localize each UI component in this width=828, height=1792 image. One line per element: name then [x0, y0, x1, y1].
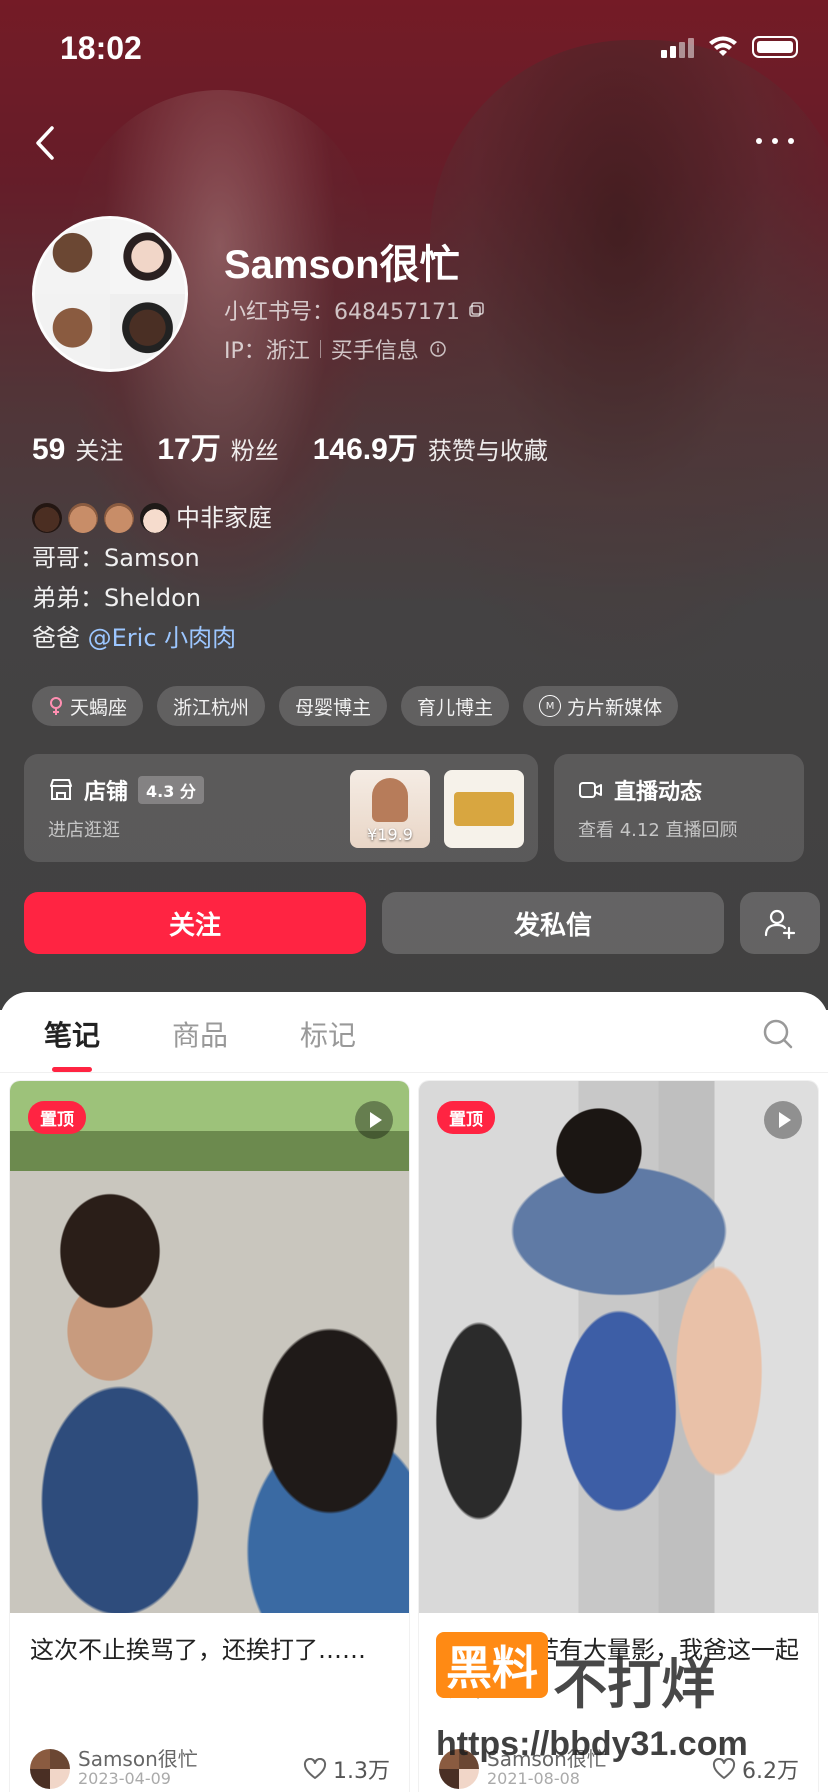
pinned-badge: 置顶	[28, 1101, 86, 1134]
note-title: 这次不止挨骂了，还挨打了……	[30, 1636, 366, 1664]
store-icon	[50, 779, 72, 800]
tab-notes[interactable]: 笔记	[8, 1014, 136, 1072]
copy-icon[interactable]	[468, 301, 486, 319]
product-price: ¥19.9	[367, 825, 413, 844]
status-bar: 18:02	[0, 0, 828, 100]
message-button[interactable]: 发私信	[382, 892, 724, 954]
note-card[interactable]: 置顶 我哥小技若有大量影，我爸这一起就冲 Samson很忙 2021-08-08…	[419, 1081, 818, 1792]
note-date: 2023-04-09	[78, 1769, 171, 1788]
product-thumb-soap[interactable]	[444, 770, 524, 848]
info-icon[interactable]	[429, 340, 447, 358]
stat-following[interactable]: 59 关注	[32, 431, 123, 467]
add-friend-button[interactable]	[740, 892, 820, 954]
note-date: 2021-08-08	[487, 1769, 580, 1788]
pinned-badge: 置顶	[437, 1101, 495, 1134]
wifi-icon	[709, 36, 737, 56]
video-play-icon	[764, 1101, 802, 1139]
bio-younger-brother: 弟弟：Sheldon	[32, 584, 202, 612]
note-cover-image	[10, 1081, 409, 1613]
note-cover-image	[419, 1081, 818, 1613]
avatar[interactable]	[32, 216, 188, 372]
live-title: 直播动态	[614, 780, 703, 805]
tag-category: 母婴博主	[279, 686, 388, 726]
note-card[interactable]: 置顶 这次不止挨骂了，还挨打了…… Samson很忙 2023-04-09 1.…	[10, 1081, 409, 1792]
notes-section: 笔记 商品 标记 置顶 这次不止挨骂了，还挨打了…… Samson很忙 2023…	[0, 992, 828, 1792]
heart-icon	[712, 1758, 736, 1779]
live-card[interactable]: 直播动态 查看 4.12 直播回顾	[554, 754, 804, 862]
profile-page: 18:02 Samson很忙 小红书号：648457171 IP：浙江 买手信息…	[0, 0, 828, 1792]
emoji-dark-skin-icon	[32, 503, 62, 533]
chevron-left-icon	[36, 126, 54, 160]
more-dots-icon	[756, 138, 794, 144]
bio-brother: 哥哥：Samson	[32, 544, 200, 572]
video-camera-icon	[579, 782, 602, 798]
search-icon	[763, 1019, 793, 1049]
note-author: Samson很忙	[487, 1747, 607, 1771]
live-subtitle: 查看 4.12 直播回顾	[578, 820, 738, 841]
tab-bar: 笔记 商品 标记	[0, 992, 828, 1076]
profile-header: 18:02 Samson很忙 小红书号：648457171 IP：浙江 买手信息…	[0, 0, 828, 1010]
status-time: 18:02	[60, 30, 142, 66]
battery-icon	[752, 36, 798, 58]
tag-category: 育儿博主	[401, 686, 510, 726]
bio: 中非家庭 哥哥：Samson 弟弟：Sheldon 爸爸 @Eric 小肉肉	[32, 498, 272, 658]
user-name: Samson很忙	[224, 243, 460, 287]
tab-marked[interactable]: 标记	[264, 1014, 392, 1054]
mention-link[interactable]: @Eric 小肉肉	[88, 624, 237, 652]
product-thumb-brush[interactable]: ¥19.9	[350, 770, 430, 848]
signal-icon	[661, 36, 694, 58]
tag-row: 天蝎座 浙江杭州 母婴博主 育儿博主 M 方片新媒体	[32, 686, 679, 726]
emoji-baby-icon	[104, 503, 134, 533]
notes-grid: 置顶 这次不止挨骂了，还挨打了…… Samson很忙 2023-04-09 1.…	[10, 1081, 818, 1792]
tag-zodiac: 天蝎座	[32, 686, 144, 726]
note-author: Samson很忙	[78, 1747, 198, 1771]
stats-row: 59 关注 17万 粉丝 146.9万 获赞与收藏	[32, 424, 548, 468]
emoji-woman-icon	[140, 503, 170, 533]
bio-dad-prefix: 爸爸	[32, 624, 80, 652]
tag-mcn[interactable]: M 方片新媒体	[523, 686, 679, 726]
stat-likes-collects[interactable]: 146.9万 获赞与收藏	[313, 424, 548, 468]
shop-subtitle: 进店逛逛	[48, 820, 120, 841]
shop-title: 店铺	[84, 780, 129, 805]
mcn-icon: M	[539, 695, 562, 717]
buyer-info-link[interactable]: 买手信息	[331, 333, 419, 365]
feature-cards: 店铺 4.3 分 进店逛逛 ¥19.9 直播动态 查看 4.12 直播回顾	[24, 754, 804, 862]
follow-button[interactable]: 关注	[24, 892, 366, 954]
add-user-icon	[764, 909, 796, 940]
shop-rating: 4.3 分	[138, 776, 204, 804]
video-play-icon	[355, 1101, 393, 1139]
female-icon	[50, 697, 62, 715]
emoji-baby-icon	[68, 503, 98, 533]
note-title: 我哥小技若有大量影，我爸这一起就冲	[439, 1636, 799, 1702]
tab-products[interactable]: 商品	[136, 1014, 264, 1054]
like-button[interactable]: 6.2万	[712, 1753, 799, 1785]
author-avatar	[30, 1749, 70, 1789]
ip-location: IP：浙江 买手信息	[224, 333, 447, 365]
shop-card[interactable]: 店铺 4.3 分 进店逛逛 ¥19.9	[24, 754, 538, 862]
bio-family: 中非家庭	[176, 504, 272, 532]
action-row: 关注 发私信	[24, 892, 820, 954]
user-id[interactable]: 小红书号：648457171	[224, 294, 486, 326]
author-avatar	[439, 1749, 479, 1789]
more-button[interactable]	[750, 126, 800, 156]
like-button[interactable]: 1.3万	[303, 1753, 390, 1785]
tag-location: 浙江杭州	[157, 686, 266, 726]
search-button[interactable]	[758, 1014, 798, 1054]
back-button[interactable]	[26, 118, 66, 168]
heart-icon	[303, 1758, 327, 1779]
stat-followers[interactable]: 17万 粉丝	[157, 424, 278, 468]
